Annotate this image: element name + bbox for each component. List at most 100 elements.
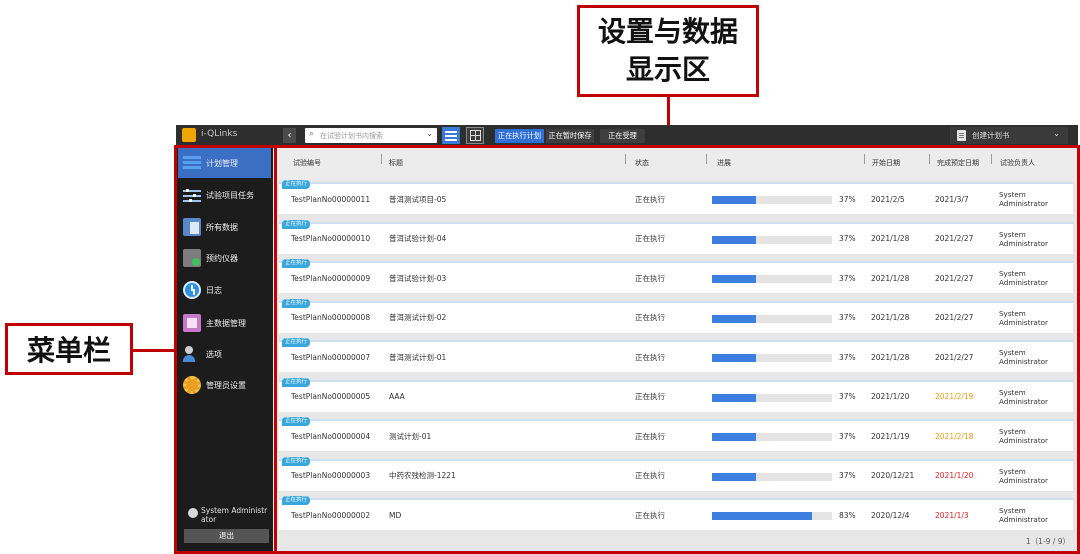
cell-owner: System Administrator	[999, 190, 1048, 208]
logout-button[interactable]: 退出	[184, 529, 269, 543]
sidebar-item-label: 管理员设置	[206, 380, 246, 390]
user-avatar-icon	[188, 508, 198, 518]
sidebar-item-label: 预约仪器	[206, 253, 238, 263]
cell-test-id[interactable]: TestPlanNo00000003	[291, 461, 370, 491]
cell-title[interactable]: 测试计划-01	[389, 421, 431, 451]
cell-start-date: 2020/12/21	[871, 471, 915, 480]
sidebar-item-test-tasks[interactable]: 试验项目任务	[178, 180, 271, 210]
cell-start-date: 2021/1/20	[871, 392, 910, 401]
cell-test-id[interactable]: TestPlanNo00000007	[291, 342, 370, 372]
column-separator	[864, 154, 865, 164]
tab-executing-plans[interactable]: 正在执行计划	[495, 129, 544, 143]
cell-owner: System Administrator	[999, 348, 1048, 366]
sidebar-item-admin-settings[interactable]: 管理员设置	[178, 370, 271, 400]
cell-progress-percent: 37%	[839, 431, 856, 441]
table-row[interactable]: 正在执行 TestPlanNo00000002 MD 正在执行 83% 2020/12/4…	[279, 496, 1073, 530]
progress-bar-fill	[712, 354, 757, 362]
cell-due-date: 2021/2/27	[935, 352, 974, 362]
search-input[interactable]	[320, 128, 420, 143]
cell-test-id[interactable]: TestPlanNo00000005	[291, 382, 370, 412]
sidebar-item-plan-management[interactable]: 计划管理	[178, 148, 271, 178]
cell-title[interactable]: 普洱测试计划-01	[389, 342, 446, 372]
sidebar-item-reserve-device[interactable]: 预约仪器	[178, 243, 271, 273]
table-row[interactable]: 正在执行 TestPlanNo00000007 普洱测试计划-01 正在执行 37% 20…	[279, 338, 1073, 372]
cell-owner: System Administrator	[999, 308, 1048, 327]
table-row[interactable]: 正在执行 TestPlanNo00000003 中药农残检测-1221 正在执行 37%…	[279, 456, 1073, 491]
progress-bar	[712, 354, 832, 362]
progress-bar	[712, 433, 832, 441]
tab-temporary-saved[interactable]: 正在暂时保存	[546, 129, 594, 143]
chevron-down-icon[interactable]: ⌄	[426, 129, 433, 138]
search-box[interactable]: ⌕ ⌄	[305, 128, 437, 143]
cell-title[interactable]: AAA	[389, 382, 405, 412]
table-row[interactable]: 正在执行 TestPlanNo00000008 普洱测试计划-02 正在执行 37% 20…	[279, 298, 1073, 333]
cell-due-date: 2021/2/18	[935, 431, 974, 441]
column-header-id[interactable]: 试验编号	[293, 146, 321, 180]
cell-title[interactable]: 中药农残检测-1221	[389, 461, 456, 491]
progress-bar	[712, 472, 832, 481]
table-row[interactable]: 正在执行 TestPlanNo00000004 测试计划-01 正在执行 37% 2021…	[279, 417, 1073, 451]
table-row[interactable]: 正在执行 TestPlanNo00000005 AAA 正在执行 37% 2021/1/2…	[279, 377, 1073, 412]
sidebar-item-log[interactable]: 日志	[178, 275, 271, 305]
top-toolbar: i-QLinks ‹ ⌕ ⌄ 正在执行计划 正在暂时保存 正在受理 创建计划书 …	[176, 125, 1078, 146]
table-row[interactable]: 正在执行 TestPlanNo00000010 普洱试验计划-04 正在执行 37% 20…	[279, 219, 1073, 254]
back-button[interactable]: ‹	[283, 128, 296, 143]
progress-bar	[712, 512, 832, 520]
cell-due-date: 2021/3/7	[935, 194, 969, 204]
cell-title[interactable]: MD	[389, 500, 401, 530]
column-header-due-date[interactable]: 完成预定日期	[937, 146, 983, 180]
column-header-title[interactable]: 标题	[389, 146, 403, 180]
cell-test-id[interactable]: TestPlanNo00000010	[291, 224, 370, 254]
table-row[interactable]: 正在执行 TestPlanNo00000009 普洱试验计划-03 正在执行 37% 20…	[279, 259, 1073, 293]
column-header-status[interactable]: 状态	[635, 146, 649, 180]
cell-test-id[interactable]: TestPlanNo00000002	[291, 500, 370, 530]
create-plan-label: 创建计划书	[972, 131, 1010, 140]
progress-bar-fill	[712, 472, 757, 481]
column-header-owner[interactable]: 试验负责人	[1000, 146, 1035, 180]
cell-due-date: 2021/2/27	[935, 313, 974, 322]
sidebar-item-all-data[interactable]: 所有数据	[178, 212, 271, 242]
cell-progress-percent: 83%	[839, 510, 856, 520]
table-row[interactable]: 正在执行 TestPlanNo00000011 普洱测试项目-05 正在执行 37% 20…	[279, 180, 1073, 214]
cell-test-id[interactable]: TestPlanNo00000009	[291, 263, 370, 293]
cell-status: 正在执行	[635, 471, 665, 480]
progress-bar-fill	[712, 275, 757, 283]
list-view-icon	[445, 130, 457, 141]
cell-test-id[interactable]: TestPlanNo00000004	[291, 421, 370, 451]
sidebar-menu: 计划管理 试验项目任务 所有数据 预约仪器 日志 主数据管理 选项 管理员设置	[176, 146, 273, 553]
grid-view-button[interactable]	[466, 127, 484, 144]
column-separator	[706, 154, 707, 164]
cell-status: 正在执行	[635, 273, 665, 283]
cell-title[interactable]: 普洱测试计划-02	[389, 303, 446, 333]
user-name: System Administrator	[201, 506, 268, 524]
sidebar-item-label: 计划管理	[206, 158, 238, 168]
progress-bar	[712, 393, 832, 402]
column-header-progress[interactable]: 进展	[717, 146, 731, 180]
callout-connector-left	[133, 349, 177, 352]
app-title: i-QLinks	[201, 129, 238, 139]
cell-progress-percent: 37%	[839, 352, 856, 362]
cell-title[interactable]: 普洱测试项目-05	[389, 184, 446, 214]
chevron-down-icon[interactable]: ⌄	[1053, 129, 1060, 138]
progress-bar-fill	[712, 235, 757, 244]
cell-progress-percent: 37%	[839, 392, 856, 401]
cell-start-date: 2021/1/28	[871, 234, 910, 243]
list-icon	[183, 154, 201, 172]
tab-accepting[interactable]: 正在受理	[600, 129, 645, 143]
cell-test-id[interactable]: TestPlanNo00000008	[291, 303, 370, 333]
sidebar-item-master-data[interactable]: 主数据管理	[178, 308, 271, 338]
cell-test-id[interactable]: TestPlanNo00000011	[291, 184, 370, 214]
cell-status: 正在执行	[635, 234, 665, 243]
cell-progress-percent: 37%	[839, 313, 856, 322]
callout-line-2: 显示区	[625, 53, 710, 86]
column-separator	[929, 154, 930, 164]
list-view-button[interactable]	[442, 127, 460, 144]
column-header-start-date[interactable]: 开始日期	[872, 146, 900, 180]
cell-owner: System Administrator	[999, 387, 1048, 406]
create-plan-button[interactable]: 创建计划书 ⌄	[950, 127, 1068, 144]
progress-bar-fill	[712, 314, 757, 323]
cell-title[interactable]: 普洱试验计划-04	[389, 224, 446, 254]
cell-due-date: 2021/2/27	[935, 234, 974, 243]
sidebar-item-options[interactable]: 选项	[178, 339, 271, 369]
cell-title[interactable]: 普洱试验计划-03	[389, 263, 446, 293]
